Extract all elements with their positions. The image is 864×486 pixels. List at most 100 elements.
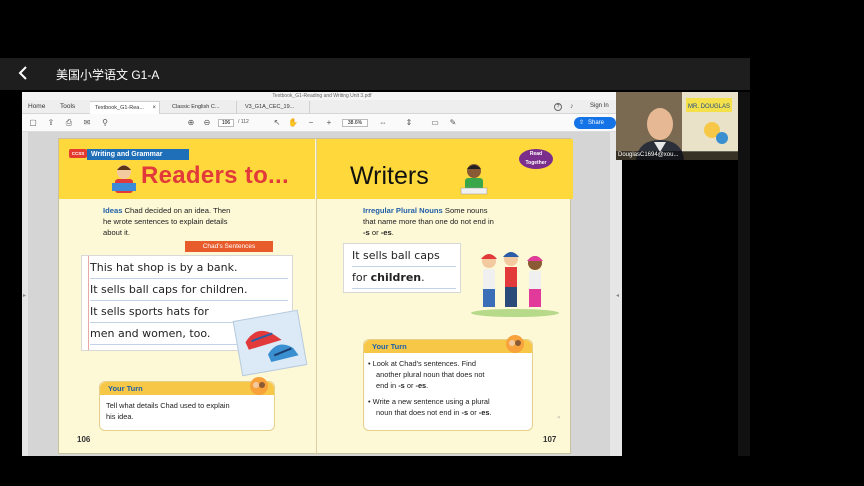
toolbar: ▢ ⇪ ⎙ ✉ ⚲ ⊕ ⊖ 106 / 112 ↖ ✋ − + 38.6% ⇔ … bbox=[22, 114, 622, 132]
search-icon[interactable]: ⚲ bbox=[100, 118, 110, 128]
bullet-icon: • bbox=[368, 359, 371, 368]
ideas-label: Ideas bbox=[103, 206, 123, 215]
example-word: for bbox=[352, 271, 368, 284]
children-in-caps-illustration bbox=[471, 252, 559, 317]
example-notebook: It sells ball caps for children. bbox=[343, 243, 461, 293]
page-title: Writers bbox=[350, 162, 429, 190]
nav-tools[interactable]: Tools bbox=[60, 103, 75, 110]
window-title: Textbook_G1-Reading and Writing Unit 3.p… bbox=[22, 92, 622, 100]
upload-icon[interactable]: ⇪ bbox=[46, 118, 56, 128]
presenter-video-feed: MR. DOUGLAS bbox=[616, 92, 738, 160]
left-page: CCSS Writing and Grammar Readers to... I… bbox=[59, 139, 315, 455]
fit-page-icon[interactable]: ⇔ bbox=[378, 118, 388, 128]
paragraph-text: Some nouns bbox=[444, 206, 488, 215]
print-icon[interactable]: ⎙ bbox=[64, 118, 74, 128]
new-file-icon[interactable]: ▢ bbox=[28, 118, 38, 128]
scroll-mode-icon[interactable]: ⇕ bbox=[404, 118, 414, 128]
suffix-es: -es bbox=[380, 228, 392, 237]
classroom-sign: MR. DOUGLAS bbox=[688, 104, 730, 110]
left-panel-toggle-icon[interactable]: ▸ bbox=[23, 292, 26, 299]
participant-name: DouglasC1694@xou... bbox=[616, 151, 738, 160]
tab-textbook[interactable]: Textbook_G1-Rea... × bbox=[90, 101, 160, 114]
plural-noun-highlight: children bbox=[370, 271, 422, 284]
bullet-word: or bbox=[406, 381, 414, 390]
ideas-text: he wrote sentences to explain details bbox=[103, 217, 228, 226]
app-title: 美国小学语文 G1-A bbox=[56, 68, 160, 82]
paragraph-text: that name more than one do not end in bbox=[363, 217, 494, 226]
right-page: Writers Read Together Irregular Plural N… bbox=[316, 139, 573, 455]
hand-tool-icon[interactable]: ✋ bbox=[288, 118, 298, 128]
page-number-input[interactable]: 106 bbox=[218, 119, 234, 127]
email-icon[interactable]: ✉ bbox=[82, 118, 92, 128]
hats-picture bbox=[232, 309, 308, 377]
help-icon[interactable]: ? bbox=[554, 103, 562, 111]
period: . bbox=[426, 381, 429, 390]
tab-classic-english[interactable]: Classic English C... bbox=[167, 101, 237, 114]
back-arrow-icon[interactable] bbox=[18, 66, 28, 80]
nav-home[interactable]: Home bbox=[28, 103, 45, 110]
suffix-s: -s bbox=[461, 408, 469, 417]
bullet-item: • Look at Chad's sentences. Find another… bbox=[368, 358, 532, 391]
bullet-icon: • bbox=[368, 397, 371, 406]
copyright-note: © bbox=[557, 415, 562, 419]
kids-badge-icon bbox=[250, 377, 268, 395]
share-label: Share bbox=[588, 120, 605, 126]
page-title: Readers to... bbox=[141, 162, 289, 189]
sign-in-link[interactable]: Sign In bbox=[590, 103, 609, 109]
bell-icon[interactable]: ♪ bbox=[570, 103, 574, 110]
section-banner: Writing and Grammar bbox=[87, 149, 189, 160]
chads-sentences-tag: Chad's Sentences bbox=[185, 241, 273, 252]
sentence-line: This hat shop is by a bank. bbox=[90, 258, 288, 279]
bullet-line: Look at Chad's sentences. Find bbox=[372, 359, 476, 368]
zoom-in-icon[interactable]: + bbox=[324, 118, 334, 128]
app-header: 美国小学语文 G1-A bbox=[0, 58, 750, 90]
tab-label: Textbook_G1-Rea... bbox=[95, 105, 144, 111]
irregular-plural-paragraph: Irregular Plural Nouns Some nouns that n… bbox=[363, 205, 563, 238]
share-button[interactable]: ⇧ Share bbox=[574, 117, 616, 129]
bullet-line: another plural noun that does not bbox=[376, 370, 485, 379]
zoom-out-icon[interactable]: − bbox=[306, 118, 316, 128]
your-turn-line: his idea. bbox=[106, 412, 134, 421]
suffix-s: -s bbox=[363, 228, 370, 237]
period: . bbox=[421, 271, 425, 284]
page-number-left: 106 bbox=[77, 435, 91, 444]
bullet-line: end in bbox=[376, 381, 397, 390]
page-up-icon[interactable]: ⊕ bbox=[186, 118, 196, 128]
girl-reading-icon bbox=[112, 165, 136, 193]
page-total: / 112 bbox=[238, 119, 249, 125]
comment-icon[interactable]: ▭ bbox=[430, 118, 440, 128]
zoom-level-select[interactable]: 38.6% bbox=[342, 119, 368, 127]
ccss-badge: CCSS bbox=[69, 149, 87, 158]
kids-badge-icon bbox=[506, 335, 524, 353]
tab-v3[interactable]: V3_G1A_CEC_19... bbox=[240, 101, 310, 114]
irregular-plural-label: Irregular Plural Nouns bbox=[363, 206, 443, 215]
bullet-line: noun that does not end in bbox=[376, 408, 460, 417]
sentence-line: It sells ball caps for children. bbox=[90, 280, 288, 301]
suffix-s: -s bbox=[398, 381, 405, 390]
hats-illustration bbox=[245, 330, 299, 363]
pdf-viewer-window: Textbook_G1-Reading and Writing Unit 3.p… bbox=[22, 92, 622, 456]
period: . bbox=[391, 228, 394, 237]
suffix-es: -es bbox=[478, 408, 490, 417]
pen-icon[interactable]: ✎ bbox=[448, 118, 458, 128]
boy-writing-icon bbox=[460, 164, 488, 195]
period: . bbox=[489, 408, 492, 417]
ideas-paragraph: Ideas Chad decided on an idea. Then he w… bbox=[103, 205, 303, 238]
select-cursor-icon[interactable]: ↖ bbox=[272, 118, 282, 128]
tab-label: V3_G1A_CEC_19... bbox=[245, 104, 295, 110]
right-panel-toggle-icon[interactable]: ◂ bbox=[616, 292, 619, 299]
presenter-video[interactable]: MR. DOUGLAS DouglasC1694@xou... bbox=[616, 92, 738, 160]
page-down-icon[interactable]: ⊖ bbox=[202, 118, 212, 128]
your-turn-line: Tell what details Chad used to explain bbox=[106, 401, 230, 410]
ideas-text: about it. bbox=[103, 228, 131, 237]
share-icon: ⇧ bbox=[579, 120, 585, 126]
close-icon[interactable]: × bbox=[152, 105, 156, 111]
margin-line bbox=[88, 256, 89, 350]
side-strip bbox=[738, 92, 750, 456]
tab-label: Classic English C... bbox=[172, 104, 220, 110]
tab-bar: Home Tools Textbook_G1-Rea... × Classic … bbox=[22, 100, 622, 114]
suffix-es: -es bbox=[415, 381, 427, 390]
bullet-word: or bbox=[470, 408, 477, 417]
example-line: It sells ball caps bbox=[352, 246, 456, 267]
bullet-line: Write a new sentence using a plural bbox=[372, 397, 490, 406]
